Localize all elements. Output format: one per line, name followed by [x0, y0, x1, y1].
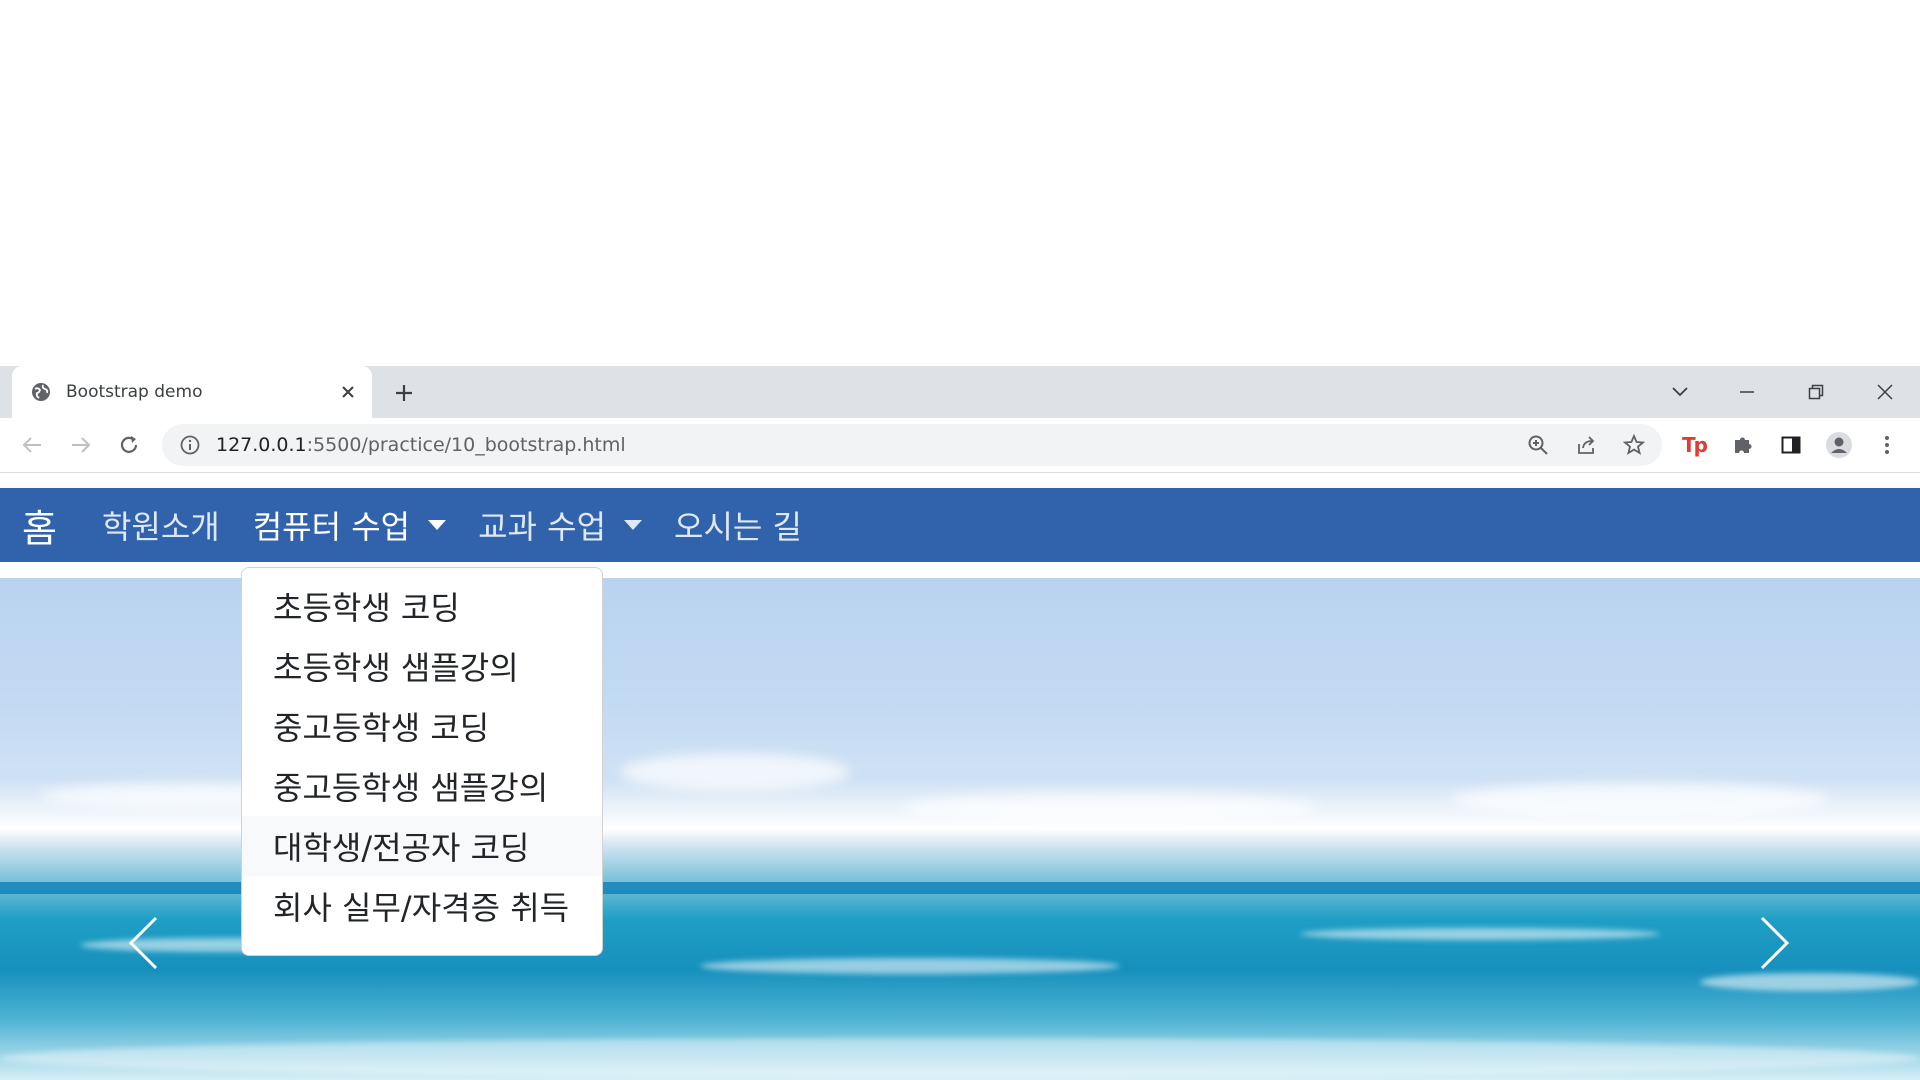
nav-item-about[interactable]: 학원소개 — [102, 502, 220, 548]
caret-down-icon — [624, 520, 643, 530]
puzzle-icon[interactable] — [1729, 431, 1757, 459]
cloud — [1450, 783, 1830, 817]
nav-item-label: 교과 수업 — [478, 508, 607, 546]
dropdown-item-hovered[interactable]: 대학생/전공자 코딩 — [242, 816, 602, 876]
zoom-icon[interactable] — [1524, 431, 1552, 459]
blank-area — [0, 0, 1920, 366]
dropdown-item[interactable]: 초등학생 코딩 — [242, 576, 602, 636]
navbar: 홈 학원소개 컴퓨터 수업 교과 수업 오시는 길 — [0, 488, 1920, 562]
close-icon[interactable] — [336, 380, 360, 404]
nav-item-subject-class[interactable]: 교과 수업 — [478, 502, 643, 548]
browser-toolbar: 127.0.0.1:5500/practice/10_bootstrap.htm… — [0, 418, 1920, 473]
caret-down-icon — [428, 520, 447, 530]
dropdown-item[interactable]: 중고등학생 코딩 — [242, 696, 602, 756]
tab-title: Bootstrap demo — [66, 382, 203, 402]
address-bar[interactable]: 127.0.0.1:5500/practice/10_bootstrap.htm… — [162, 424, 1662, 466]
computer-class-dropdown: 초등학생 코딩 초등학생 샘플강의 중고등학생 코딩 중고등학생 샘플강의 대학… — [241, 567, 603, 956]
back-icon[interactable] — [18, 431, 46, 459]
navbar-brand[interactable]: 홈 — [22, 498, 57, 553]
nav-item-label: 오시는 길 — [674, 508, 802, 546]
chevron-left-icon — [128, 916, 158, 970]
wave — [1300, 928, 1660, 940]
bookmark-star-icon[interactable] — [1620, 431, 1648, 459]
side-panel-icon[interactable] — [1777, 431, 1805, 459]
nav-item-label: 학원소개 — [101, 508, 220, 546]
tab-search-icon[interactable] — [1666, 378, 1694, 406]
globe-icon — [31, 382, 51, 402]
more-menu-icon[interactable] — [1873, 431, 1901, 459]
minimize-icon[interactable] — [1733, 378, 1761, 406]
tab-strip: Bootstrap demo — [0, 366, 1920, 418]
forward-icon[interactable] — [67, 431, 95, 459]
chevron-right-icon — [1760, 916, 1790, 970]
dropdown-item[interactable]: 초등학생 샘플강의 — [242, 636, 602, 696]
wave — [700, 958, 1120, 974]
share-icon[interactable] — [1572, 431, 1600, 459]
close-window-icon[interactable] — [1871, 378, 1899, 406]
dropdown-item[interactable]: 중고등학생 샘플강의 — [242, 756, 602, 816]
nav-item-directions[interactable]: 오시는 길 — [674, 502, 802, 548]
profile-avatar-icon[interactable] — [1825, 431, 1853, 459]
url-text: 127.0.0.1:5500/practice/10_bootstrap.htm… — [216, 434, 626, 456]
dropdown-item[interactable]: 회사 실무/자격증 취득 — [242, 876, 602, 936]
carousel-next-button[interactable] — [1740, 898, 1810, 988]
cloud — [900, 793, 1320, 823]
nav-item-label: 컴퓨터 수업 — [252, 508, 411, 546]
surf — [0, 1038, 1920, 1078]
info-icon[interactable] — [178, 433, 202, 457]
browser-tab[interactable]: Bootstrap demo — [12, 366, 372, 418]
cloud — [620, 753, 850, 791]
nav-item-computer-class[interactable]: 컴퓨터 수업 — [252, 502, 447, 548]
restore-icon[interactable] — [1802, 378, 1830, 406]
url-path: :5500/practice/10_bootstrap.html — [306, 434, 626, 456]
extension-tp-icon[interactable]: Tp — [1680, 431, 1708, 459]
reload-icon[interactable] — [115, 431, 143, 459]
wave — [1700, 973, 1920, 991]
new-tab-button[interactable] — [390, 379, 418, 407]
carousel-prev-button[interactable] — [108, 898, 178, 988]
url-host: 127.0.0.1 — [216, 434, 307, 456]
